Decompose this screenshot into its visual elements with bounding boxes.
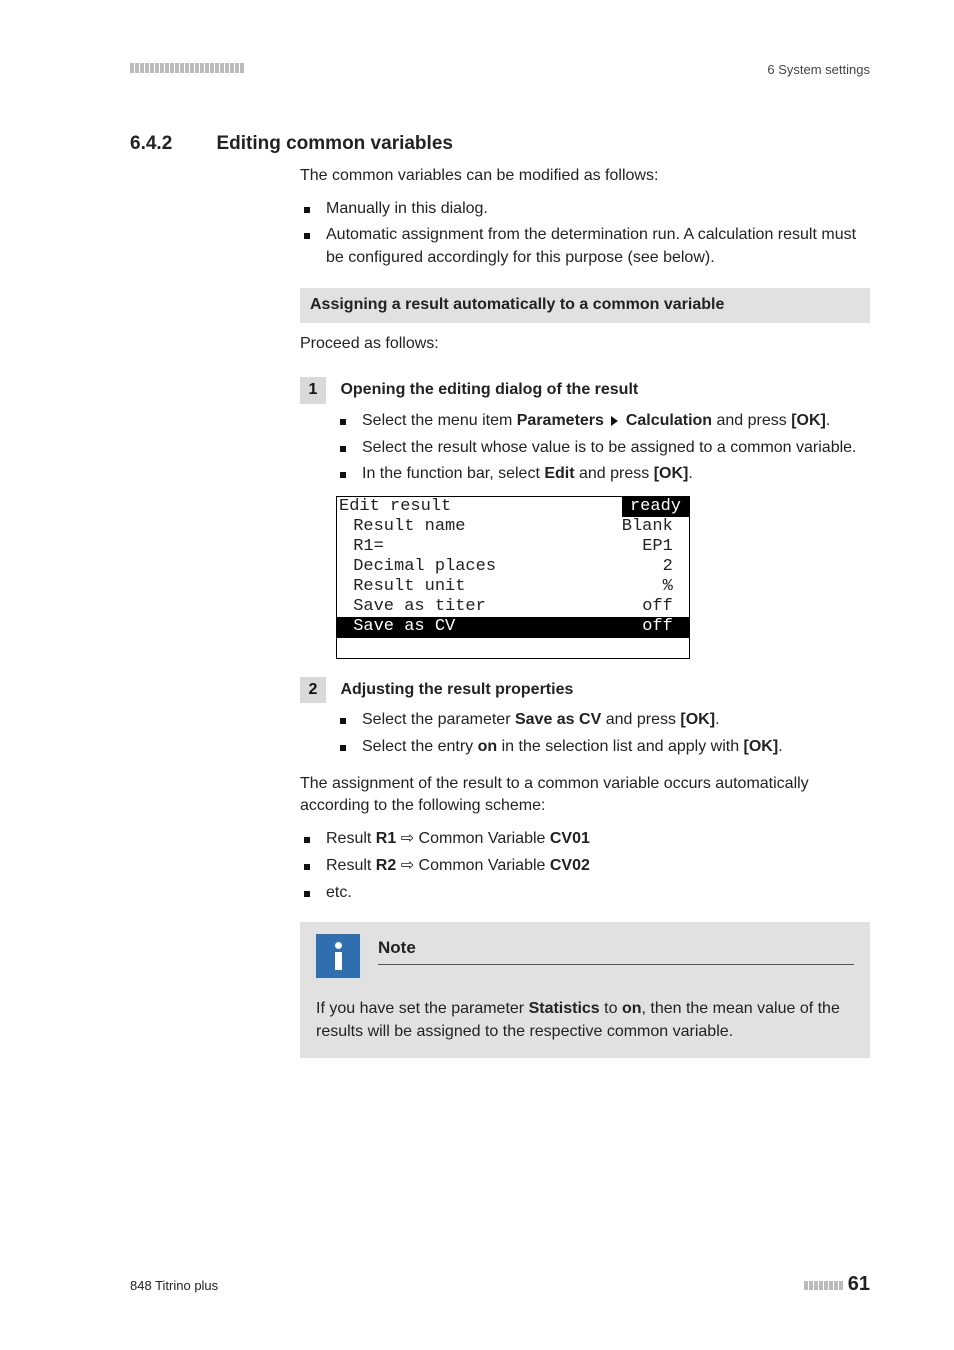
proceed-text: Proceed as follows: (300, 333, 870, 356)
list-item: In the function bar, select Edit and pre… (336, 463, 870, 486)
list-item: Automatic assignment from the determinat… (300, 224, 870, 269)
header-ornament-left (130, 63, 245, 76)
list-item: Result R1 ⇨ Common Variable CV01 (300, 828, 870, 851)
note-title: Note (378, 934, 854, 965)
scheme-list: Result R1 ⇨ Common Variable CV01 Result … (300, 828, 870, 904)
lcd-screenshot: Edit result ready Result nameBlank R1=EP… (336, 496, 690, 658)
footer-product: 848 Titrino plus (130, 1278, 218, 1293)
list-item: etc. (300, 882, 870, 905)
step-number: 1 (300, 377, 326, 404)
info-icon (316, 934, 360, 978)
sub-heading-bar: Assigning a result automatically to a co… (300, 288, 870, 323)
step-number: 2 (300, 677, 326, 704)
note-text: If you have set the parameter Statistics… (316, 998, 854, 1043)
header-chapter: 6 System settings (767, 62, 870, 77)
lcd-status: ready (622, 497, 689, 517)
page-number: 61 (848, 1273, 870, 1295)
footer-ornament (804, 1278, 848, 1293)
section-number: 6.4.2 (130, 133, 212, 155)
intro-text: The common variables can be modified as … (300, 165, 870, 188)
list-item: Select the menu item Parameters Calculat… (336, 410, 870, 433)
list-item: Manually in this dialog. (300, 198, 870, 221)
section-title: Editing common variables (216, 133, 453, 154)
triangle-icon (611, 416, 618, 426)
assignment-paragraph: The assignment of the result to a common… (300, 773, 870, 818)
intro-bullet-list: Manually in this dialog. Automatic assig… (300, 198, 870, 270)
lcd-selected-row: Save as CVoff (337, 617, 689, 637)
step2-bullets: Select the parameter Save as CV and pres… (336, 709, 870, 758)
step-title: Opening the editing dialog of the result (340, 381, 638, 398)
list-item: Select the parameter Save as CV and pres… (336, 709, 870, 732)
note-box: Note If you have set the parameter Stati… (300, 922, 870, 1057)
step1-bullets: Select the menu item Parameters Calculat… (336, 410, 870, 486)
lcd-title-left: Edit result (337, 497, 451, 517)
list-item: Select the entry on in the selection lis… (336, 736, 870, 759)
list-item: Result R2 ⇨ Common Variable CV02 (300, 855, 870, 878)
step-title: Adjusting the result properties (340, 681, 573, 698)
list-item: Select the result whose value is to be a… (336, 437, 870, 460)
